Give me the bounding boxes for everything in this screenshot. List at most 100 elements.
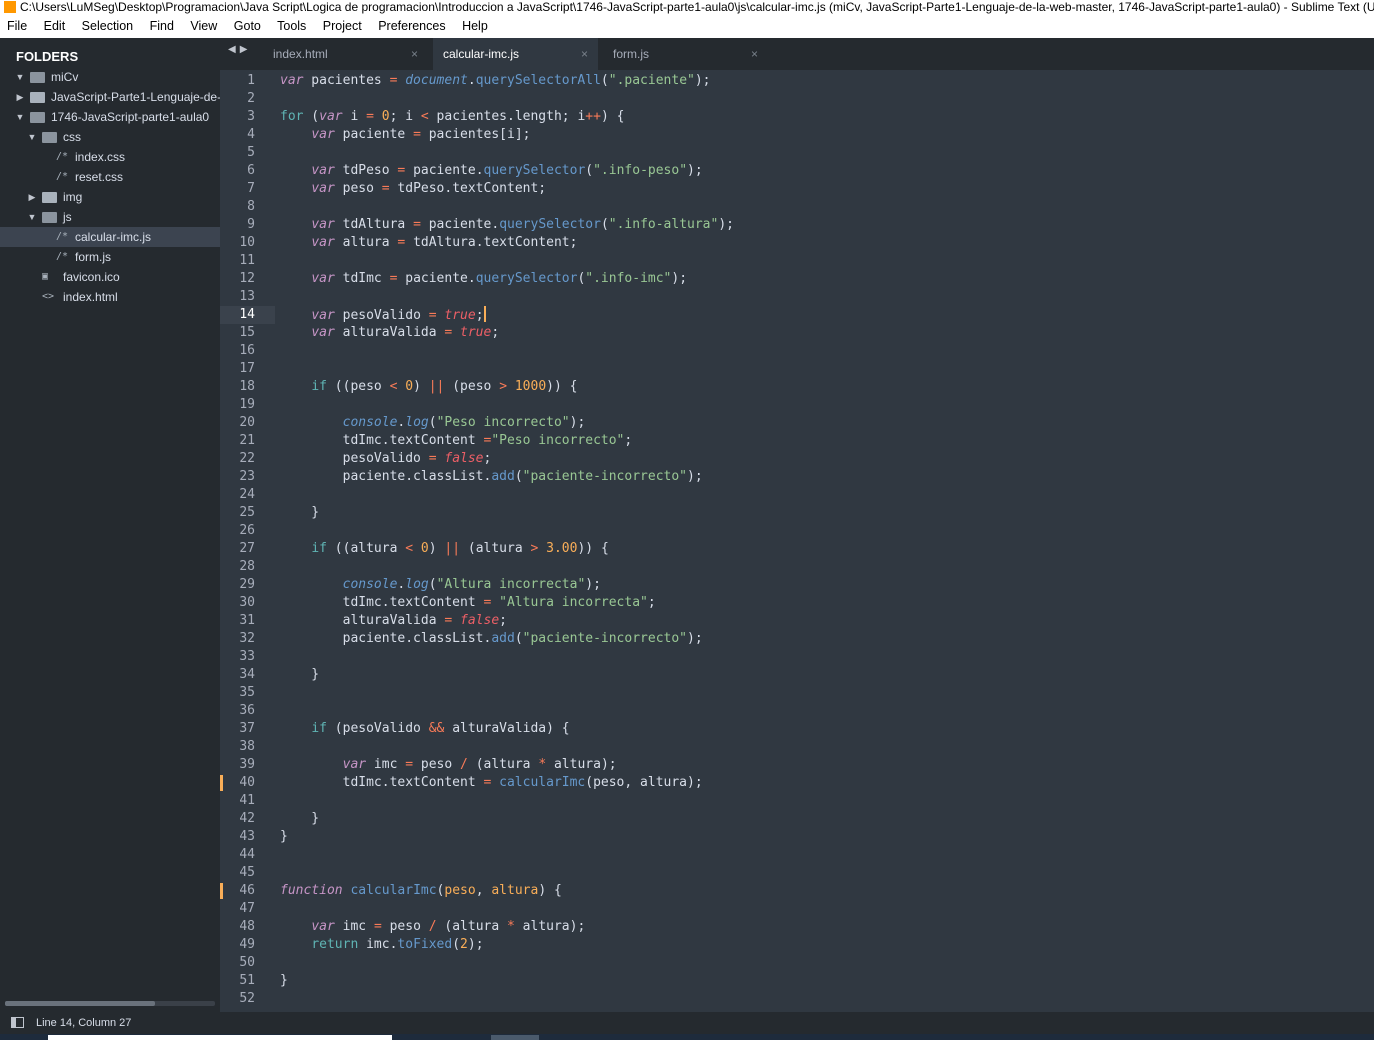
tab-label: calcular-imc.js xyxy=(443,47,520,61)
line-number: 50 xyxy=(220,954,275,972)
code-line[interactable]: } xyxy=(280,810,319,828)
line-number: 4 xyxy=(220,126,275,144)
taskbar-item[interactable] xyxy=(491,1035,539,1040)
code-line[interactable]: var peso = tdPeso.textContent; xyxy=(280,180,546,198)
taskbar xyxy=(0,1034,1374,1040)
menu-find[interactable]: Find xyxy=(150,19,174,33)
js-file-icon: /* xyxy=(56,251,69,262)
line-number-text: 20 xyxy=(239,415,255,430)
code-line[interactable]: } xyxy=(280,828,288,846)
code-line[interactable]: function calcularImc(peso, altura) { xyxy=(280,882,562,900)
close-icon[interactable]: × xyxy=(751,38,758,70)
text-cursor xyxy=(483,306,486,322)
tree-label: reset.css xyxy=(75,170,124,184)
expanded-arrow-icon[interactable]: ▼ xyxy=(27,207,37,227)
menu-preferences[interactable]: Preferences xyxy=(378,19,445,33)
line-number-text: 3 xyxy=(247,109,255,124)
code-editor[interactable]: 1 2 3 4 5 6 7 8 9 10 11 12 13 14 15 16 17 18 19 20 21 22 23 24 2… xyxy=(220,70,1374,1012)
folder-micv[interactable]: ▼ miCv xyxy=(0,67,220,87)
expanded-arrow-icon[interactable]: ▼ xyxy=(15,107,25,127)
code-line[interactable]: var alturaValida = true; xyxy=(280,324,499,342)
line-number: 36 xyxy=(220,702,275,720)
line-number: 26 xyxy=(220,522,275,540)
folder-1746-javascript[interactable]: ▼ 1746-JavaScript-parte1-aula0 xyxy=(0,107,220,127)
toggle-sidebar-icon[interactable] xyxy=(11,1017,24,1028)
code-line[interactable]: alturaValida = false; xyxy=(280,612,507,630)
folder-js[interactable]: ▼ js xyxy=(0,207,220,227)
tree-label: css xyxy=(63,130,81,144)
expanded-arrow-icon[interactable]: ▼ xyxy=(27,127,37,147)
code-line[interactable]: var altura = tdAltura.textContent; xyxy=(280,234,577,252)
code-line[interactable]: } xyxy=(280,504,319,522)
code-line[interactable]: var pesoValido = true; xyxy=(280,306,486,324)
code-line[interactable]: var imc = peso / (altura * altura); xyxy=(280,918,585,936)
line-number-text: 19 xyxy=(239,397,255,412)
tree-label: 1746-JavaScript-parte1-aula0 xyxy=(51,110,210,124)
line-number: 35 xyxy=(220,684,275,702)
line-number-text: 2 xyxy=(247,91,255,106)
menu-help[interactable]: Help xyxy=(462,19,488,33)
menu-file[interactable]: File xyxy=(7,19,27,33)
line-number-text: 17 xyxy=(239,361,255,376)
file-index-html[interactable]: <> index.html xyxy=(0,287,220,307)
folder-img[interactable]: ▶ img xyxy=(0,187,220,207)
code-line[interactable]: console.log("Peso incorrecto"); xyxy=(280,414,586,432)
tab-nav-arrows-icon[interactable]: ◀▶ xyxy=(228,44,251,55)
tree-label: miCv xyxy=(51,70,79,84)
code-line[interactable]: var pacientes = document.querySelectorAl… xyxy=(280,72,711,90)
code-line[interactable]: var tdImc = paciente.querySelector(".inf… xyxy=(280,270,687,288)
menu-project[interactable]: Project xyxy=(323,19,362,33)
close-icon[interactable]: × xyxy=(581,38,588,70)
tree-label: calcular-imc.js xyxy=(75,230,152,244)
tab-form-js[interactable]: form.js × xyxy=(603,38,768,70)
tab-index-html[interactable]: index.html × xyxy=(263,38,428,70)
file-form-js[interactable]: /* form.js xyxy=(0,247,220,267)
code-line[interactable]: if ((peso < 0) || (peso > 1000)) { xyxy=(280,378,577,396)
sidebar-horizontal-scrollbar[interactable] xyxy=(5,1001,215,1006)
line-number-text: 34 xyxy=(239,667,255,682)
code-line[interactable]: if (pesoValido && alturaValida) { xyxy=(280,720,569,738)
tree-label: index.html xyxy=(63,290,118,304)
file-reset-css[interactable]: /* reset.css xyxy=(0,167,220,187)
code-line[interactable]: tdImc.textContent = "Altura incorrecta"; xyxy=(280,594,656,612)
scrollbar-thumb[interactable] xyxy=(5,1001,155,1006)
line-number: 11 xyxy=(220,252,275,270)
line-number-text: 9 xyxy=(247,217,255,232)
code-line[interactable]: console.log("Altura incorrecta"); xyxy=(280,576,601,594)
folder-javascript-parte1[interactable]: ▶ JavaScript-Parte1-Lenguaje-de-l xyxy=(0,87,220,107)
code-line[interactable]: paciente.classList.add("paciente-incorre… xyxy=(280,468,703,486)
code-line[interactable]: tdImc.textContent = calcularImc(peso, al… xyxy=(280,774,703,792)
taskbar-search-box[interactable] xyxy=(48,1035,392,1040)
code-line[interactable]: var paciente = pacientes[i]; xyxy=(280,126,530,144)
collapsed-arrow-icon[interactable]: ▶ xyxy=(27,187,37,207)
code-line[interactable]: return imc.toFixed(2); xyxy=(280,936,483,954)
tab-calcular-imc-js[interactable]: calcular-imc.js × xyxy=(433,38,598,70)
code-line[interactable]: tdImc.textContent ="Peso incorrecto"; xyxy=(280,432,633,450)
file-calcular-imc-js[interactable]: /* calcular-imc.js xyxy=(0,227,220,247)
folder-css[interactable]: ▼ css xyxy=(0,127,220,147)
code-line[interactable]: var tdAltura = paciente.querySelector(".… xyxy=(280,216,734,234)
menu-edit[interactable]: Edit xyxy=(44,19,66,33)
line-number-text: 35 xyxy=(239,685,255,700)
line-number: 22 xyxy=(220,450,275,468)
close-icon[interactable]: × xyxy=(411,38,418,70)
code-line[interactable]: paciente.classList.add("paciente-incorre… xyxy=(280,630,703,648)
menu-selection[interactable]: Selection xyxy=(82,19,133,33)
line-number: 38 xyxy=(220,738,275,756)
file-index-css[interactable]: /* index.css xyxy=(0,147,220,167)
code-line[interactable]: if ((altura < 0) || (altura > 3.00)) { xyxy=(280,540,608,558)
file-favicon-ico[interactable]: ▣ favicon.ico xyxy=(0,267,220,287)
code-line[interactable]: pesoValido = false; xyxy=(280,450,492,468)
code-line[interactable]: } xyxy=(280,666,319,684)
code-line[interactable]: } xyxy=(280,972,288,990)
code-line[interactable]: var imc = peso / (altura * altura); xyxy=(280,756,617,774)
code-line[interactable]: for (var i = 0; i < pacientes.length; i+… xyxy=(280,108,624,126)
line-number: 34 xyxy=(220,666,275,684)
expanded-arrow-icon[interactable]: ▼ xyxy=(15,67,25,87)
line-number: 10 xyxy=(220,234,275,252)
collapsed-arrow-icon[interactable]: ▶ xyxy=(15,87,25,107)
menu-goto[interactable]: Goto xyxy=(234,19,261,33)
menu-view[interactable]: View xyxy=(190,19,217,33)
code-line[interactable]: var tdPeso = paciente.querySelector(".in… xyxy=(280,162,702,180)
menu-tools[interactable]: Tools xyxy=(277,19,306,33)
